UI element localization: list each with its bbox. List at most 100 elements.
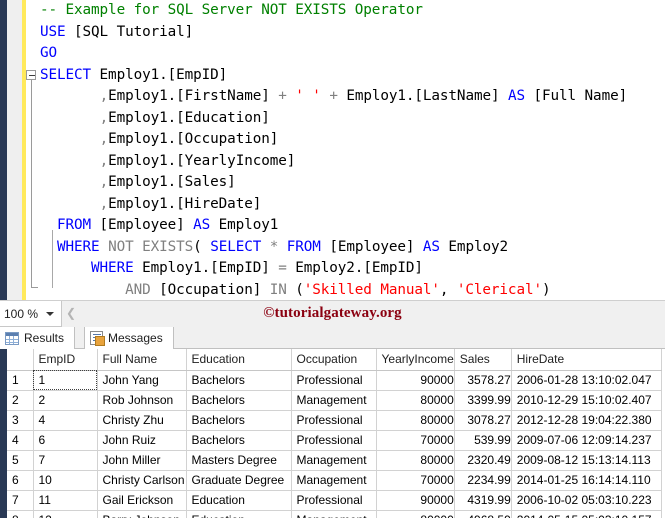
grid-column-header[interactable]: YearlyIncome [376,349,455,371]
table-row[interactable]: 812Barry JohnsonEducationManagement80000… [7,510,662,518]
grid-cell[interactable]: 10 [33,470,98,491]
grid-column-header[interactable]: Sales [454,349,512,371]
table-row[interactable]: 4 6 John Ruiz Bachelors Professional 70000 539… [7,430,662,451]
grid-cell[interactable]: Rob Johnson [97,390,187,411]
grid-cell[interactable]: John Ruiz [97,430,187,451]
code-line[interactable]: ,Employ1.[HireDate] [26,194,665,216]
grid-cell[interactable]: John Yang [97,370,187,391]
grid-cell[interactable]: 4319.99 [454,490,512,511]
grid-cell[interactable]: 2014-01-25 16:14:14.110 [511,470,662,491]
grid-cell[interactable]: 2 [33,390,98,411]
code-line[interactable]: WHERE Employ1.[EmpID] = Employ2.[EmpID] [26,258,665,280]
grid-cell[interactable]: Education [186,490,292,511]
results-grid-pane[interactable]: EmpID Full Name Education Occupation YearlyI… [0,349,665,518]
grid-row-header[interactable]: 1 [7,370,34,391]
grid-column-header[interactable]: Education [186,349,292,371]
grid-column-header[interactable]: HireDate [511,349,662,371]
grid-cell[interactable]: Professional [291,370,377,391]
grid-cell[interactable]: 2014-05-15 05:03:10.157 [511,510,662,518]
grid-row-header[interactable]: 6 [7,470,34,491]
grid-cell[interactable]: Management [291,470,377,491]
grid-cell[interactable]: 3578.27 [454,370,512,391]
results-grid[interactable]: EmpID Full Name Education Occupation YearlyI… [7,349,662,518]
grid-row-header[interactable]: 7 [7,490,34,511]
grid-cell[interactable]: Management [291,390,377,411]
grid-cell[interactable]: 80000 [376,390,455,411]
grid-column-header[interactable]: Occupation [291,349,377,371]
grid-cell[interactable]: John Miller [97,450,187,471]
grid-column-header[interactable]: Full Name [97,349,187,371]
grid-cell[interactable]: 80000 [376,410,455,431]
collapse-outline-icon[interactable] [26,70,36,80]
code-line[interactable]: -- Example for SQL Server NOT EXISTS Ope… [26,0,665,22]
grid-cell[interactable]: 4968.59 [454,510,512,518]
grid-cell[interactable]: 70000 [376,430,455,451]
table-row[interactable]: 5 7 John Miller Masters Degree Management 800… [7,450,662,471]
table-row[interactable]: 2 2 Rob Johnson Bachelors Management 80000 339… [7,390,662,411]
grid-row-header[interactable]: 8 [7,510,34,518]
grid-row-header[interactable]: 5 [7,450,34,471]
grid-cell[interactable]: 90000 [376,370,455,391]
grid-cell[interactable]: 3078.27 [454,410,512,431]
editor-selection-margin[interactable] [7,0,22,300]
grid-row-header[interactable]: 2 [7,390,34,411]
grid-cell[interactable]: 90000 [376,490,455,511]
grid-cell[interactable]: 3399.99 [454,390,512,411]
grid-cell[interactable]: 11 [33,490,98,511]
code-line[interactable]: SELECT Employ1.[EmpID] [26,65,665,87]
grid-cell[interactable]: Masters Degree [186,450,292,471]
tab-messages[interactable]: Messages [84,327,174,349]
grid-cell[interactable]: Graduate Degree [186,470,292,491]
grid-column-header[interactable]: EmpID [33,349,98,371]
grid-cell[interactable]: 70000 [376,470,455,491]
sql-editor-pane[interactable]: -- Example for SQL Server NOT EXISTS Ope… [0,0,665,300]
table-row[interactable]: 3 4 Christy Zhu Bachelors Professional 80000 3… [7,410,662,431]
sql-code-text[interactable]: -- Example for SQL Server NOT EXISTS Ope… [26,0,665,300]
grid-cell[interactable]: 2010-12-29 15:10:02.407 [511,390,662,411]
code-line[interactable]: FROM [Employee] AS Employ1 [26,215,665,237]
grid-cell[interactable]: Bachelors [186,410,292,431]
grid-cell[interactable]: Christy Zhu [97,410,187,431]
tab-results[interactable]: Results [0,327,76,349]
grid-cell[interactable]: 1 [33,370,98,391]
grid-cell[interactable]: Education [186,510,292,518]
grid-cell[interactable]: Christy Carlson [97,470,187,491]
grid-corner-header[interactable] [7,349,34,371]
grid-cell[interactable]: 2320.49 [454,450,512,471]
grid-row-header[interactable]: 3 [7,410,34,431]
grid-cell[interactable]: 2009-08-12 15:13:14.113 [511,450,662,471]
code-line[interactable]: AND [Occupation] IN ('Skilled Manual', '… [26,280,665,301]
grid-cell[interactable]: Management [291,510,377,518]
grid-cell[interactable]: 2012-12-28 19:04:22.380 [511,410,662,431]
grid-cell[interactable]: Bachelors [186,430,292,451]
code-line[interactable]: ,Employ1.[Occupation] [26,129,665,151]
grid-cell[interactable]: 12 [33,510,98,518]
grid-cell[interactable]: Professional [291,490,377,511]
grid-cell[interactable]: Barry Johnson [97,510,187,518]
grid-cell[interactable]: 2009-07-06 12:09:14.237 [511,430,662,451]
code-line[interactable]: ,Employ1.[Education] [26,108,665,130]
grid-cell[interactable]: 7 [33,450,98,471]
table-row[interactable]: 1 1 John Yang Bachelors Professional 90000 357… [7,370,662,391]
grid-row-header[interactable]: 4 [7,430,34,451]
code-line[interactable]: ,Employ1.[YearlyIncome] [26,151,665,173]
code-line[interactable]: ,Employ1.[Sales] [26,172,665,194]
table-row[interactable]: 7 11 Gail Erickson Education Professional 900… [7,490,662,511]
code-line[interactable]: WHERE NOT EXISTS( SELECT * FROM [Employe… [26,237,665,259]
grid-cell[interactable]: Bachelors [186,390,292,411]
grid-cell[interactable]: 2006-10-02 05:03:10.223 [511,490,662,511]
grid-cell[interactable]: Gail Erickson [97,490,187,511]
grid-cell[interactable]: Management [291,450,377,471]
table-row[interactable]: 6 10 Christy Carlson Graduate Degree Managem… [7,470,662,491]
code-line[interactable]: GO [26,43,665,65]
grid-cell[interactable]: Bachelors [186,370,292,391]
grid-cell[interactable]: Professional [291,430,377,451]
grid-cell[interactable]: 4 [33,410,98,431]
grid-cell[interactable]: 2234.99 [454,470,512,491]
grid-cell[interactable]: 80000 [376,510,455,518]
grid-cell[interactable]: 80000 [376,450,455,471]
grid-cell[interactable]: 539.99 [454,430,512,451]
code-line[interactable]: USE [SQL Tutorial] [26,22,665,44]
grid-cell[interactable]: Professional [291,410,377,431]
grid-cell[interactable]: 6 [33,430,98,451]
